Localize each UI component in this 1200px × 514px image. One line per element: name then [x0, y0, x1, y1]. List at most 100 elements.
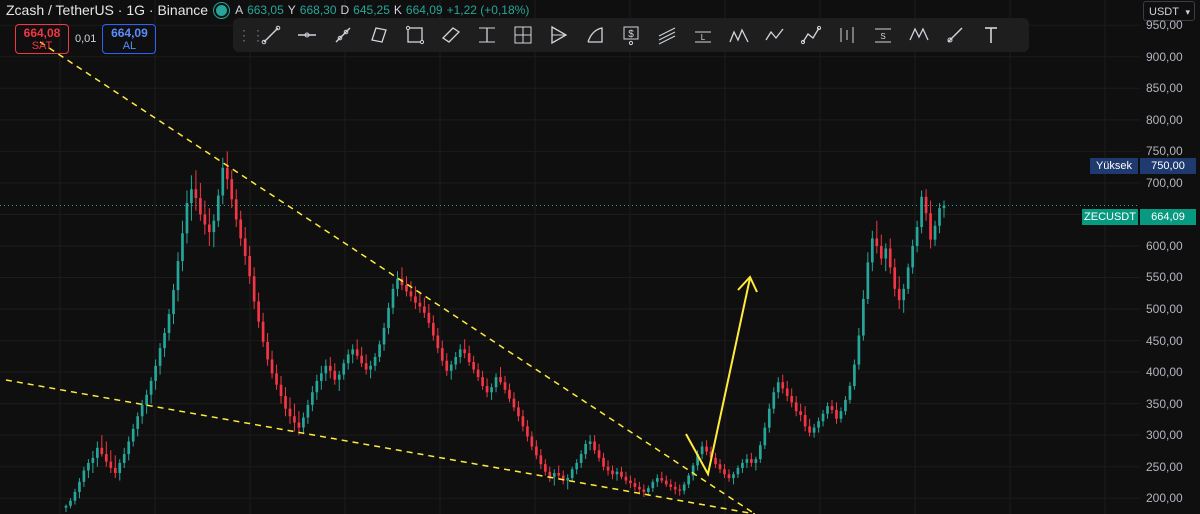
- xabcd-pattern-icon[interactable]: [757, 20, 793, 50]
- rectangle-icon[interactable]: [397, 20, 433, 50]
- bars-pattern-icon[interactable]: [829, 20, 865, 50]
- candle-body: [154, 365, 157, 381]
- close-label: K: [393, 3, 402, 17]
- chart-area[interactable]: [0, 0, 1140, 514]
- price-label-icon[interactable]: $: [613, 20, 649, 50]
- candle-body: [682, 484, 686, 491]
- candle-body: [736, 467, 740, 475]
- axis-tick-label: 900,00: [1146, 49, 1183, 64]
- candle-body: [431, 322, 435, 336]
- high-value: 668,30: [299, 3, 337, 17]
- brush-icon[interactable]: [937, 20, 973, 50]
- candle-body: [915, 227, 919, 246]
- buy-label: AL: [122, 40, 137, 52]
- candle-body: [149, 380, 153, 395]
- candle-body: [163, 332, 166, 349]
- candle-body: [203, 214, 207, 225]
- drag-handle-icon[interactable]: ⋮⋮: [237, 25, 265, 45]
- path-icon[interactable]: [793, 20, 829, 50]
- candle-body: [642, 489, 646, 492]
- candle-body: [611, 470, 614, 475]
- candle-body: [655, 478, 659, 482]
- candle-body: [225, 167, 229, 180]
- candle-body: [767, 408, 771, 428]
- candle-body: [503, 382, 507, 390]
- parallel-channel-icon[interactable]: [361, 20, 397, 50]
- sell-button[interactable]: 664,08 SAT: [15, 24, 69, 54]
- candle-body: [208, 224, 211, 233]
- candle-body: [176, 261, 180, 291]
- gann-box-icon[interactable]: [505, 20, 541, 50]
- candle-body: [243, 238, 247, 257]
- lower-trendline: [5, 379, 756, 514]
- long-position-icon[interactable]: L: [685, 20, 721, 50]
- horizontal-ray-icon[interactable]: [289, 20, 325, 50]
- candle-body: [687, 475, 691, 485]
- candle-body: [199, 198, 202, 215]
- candle-body: [297, 422, 301, 428]
- arc-icon[interactable]: [577, 20, 613, 50]
- candle-body: [288, 408, 292, 417]
- candle-body: [463, 349, 467, 354]
- candle-body: [517, 407, 520, 417]
- low-value: 645,25: [353, 3, 390, 17]
- symbol-title[interactable]: Zcash / TetherUS · 1G · Binance: [6, 2, 208, 18]
- candle-body: [884, 248, 888, 259]
- open-value: 663,05: [247, 3, 284, 17]
- short-position-icon[interactable]: S: [865, 20, 901, 50]
- candle-body: [73, 491, 77, 501]
- candle-body: [853, 364, 856, 386]
- candle-body: [620, 471, 623, 477]
- triangle-pattern-icon[interactable]: [901, 20, 937, 50]
- candle-body: [862, 298, 865, 336]
- rotated-rectangle-icon[interactable]: [433, 20, 469, 50]
- trend-lines-icon[interactable]: [649, 20, 685, 50]
- candle-body: [454, 356, 458, 365]
- candle-body: [521, 416, 525, 427]
- ohlc-readout: A 663,05 Y 668,30 D 645,25 K 664,09 +1,22 (+…: [235, 3, 529, 17]
- candle-body: [817, 421, 820, 428]
- candle-body: [181, 233, 184, 262]
- candle-body: [566, 478, 570, 481]
- projection-arrow: [685, 277, 751, 477]
- buy-button[interactable]: 664,09 AL: [102, 24, 157, 54]
- svg-text:S: S: [880, 32, 885, 41]
- candle-body: [252, 276, 256, 302]
- fib-retracement-icon[interactable]: [469, 20, 505, 50]
- candle-body: [337, 374, 341, 380]
- axis-tick-label: 700,00: [1146, 175, 1183, 190]
- candle-body: [745, 459, 749, 463]
- candle-body: [714, 457, 717, 465]
- candle-body: [293, 416, 296, 423]
- candle-body: [588, 441, 592, 444]
- svg-text:$: $: [628, 29, 634, 40]
- candle-body: [535, 446, 538, 456]
- elliott-wave-icon[interactable]: [721, 20, 757, 50]
- candle-body: [633, 483, 637, 487]
- candle-body: [929, 213, 932, 240]
- candle-body: [678, 489, 682, 491]
- pitchfork-icon[interactable]: [541, 20, 577, 50]
- candle-body: [481, 377, 484, 386]
- candle-body: [440, 348, 444, 361]
- candle-body: [758, 445, 762, 460]
- candle-body: [185, 203, 189, 234]
- candle-body: [127, 441, 131, 455]
- candle-body: [602, 457, 605, 467]
- text-icon[interactable]: [973, 20, 1009, 50]
- price-chart[interactable]: [0, 0, 1140, 514]
- candle-body: [808, 426, 811, 433]
- high-label: Y: [287, 3, 296, 17]
- candle-body: [570, 469, 574, 479]
- candle-body: [888, 248, 892, 268]
- candle-body: [669, 484, 673, 487]
- trend-line-icon[interactable]: [253, 20, 289, 50]
- candle-body: [248, 256, 252, 277]
- candle-body: [920, 196, 923, 228]
- candle-body: [387, 307, 390, 328]
- candle-body: [391, 288, 395, 308]
- candle-body: [414, 296, 417, 303]
- cross-line-icon[interactable]: [325, 20, 361, 50]
- candle-body: [284, 396, 287, 409]
- axis-tick-label: 400,00: [1146, 365, 1183, 380]
